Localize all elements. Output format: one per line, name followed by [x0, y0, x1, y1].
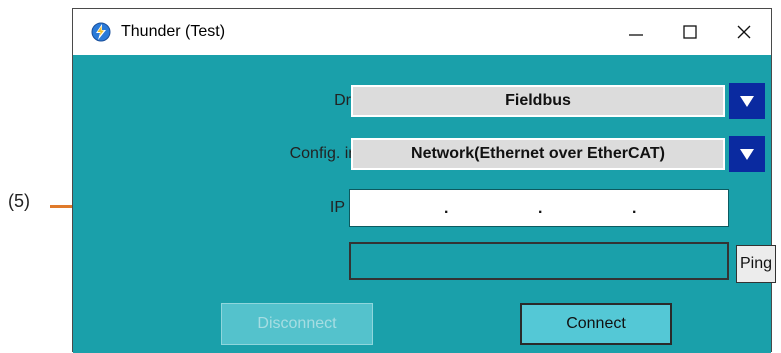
callout-label: (5): [8, 191, 30, 211]
ip-address-field[interactable]: . . .: [349, 189, 729, 227]
maximize-button[interactable]: [663, 9, 717, 55]
triangle-down-icon: [740, 95, 754, 107]
client-area: Drive type : Fieldbus Config. interface …: [73, 55, 776, 353]
ip-separator-3: .: [632, 200, 637, 217]
disconnect-button[interactable]: Disconnect: [221, 303, 373, 345]
title-bar[interactable]: Thunder (Test): [73, 9, 771, 55]
ip-separator-1: .: [444, 200, 449, 217]
maximize-icon: [683, 25, 697, 39]
drive-type-dropdown-button[interactable]: [729, 83, 765, 119]
close-icon: [737, 25, 751, 39]
config-interface-dropdown-button[interactable]: [729, 136, 765, 172]
close-button[interactable]: [717, 9, 771, 55]
minimize-icon: [629, 34, 643, 36]
drive-type-select[interactable]: Fieldbus: [351, 85, 725, 117]
connect-button[interactable]: Connect: [520, 303, 672, 345]
ip-separator-2: .: [538, 200, 543, 217]
triangle-down-icon: [740, 148, 754, 160]
minimize-button[interactable]: [609, 9, 663, 55]
window-title: Thunder (Test): [121, 23, 226, 40]
ping-status-display: [349, 242, 729, 280]
app-icon: [91, 22, 111, 42]
app-window: Thunder (Test) Drive type : Fieldbus Con…: [72, 8, 776, 353]
ping-button[interactable]: Ping: [736, 245, 776, 283]
config-interface-select[interactable]: Network(Ethernet over EtherCAT): [351, 138, 725, 170]
